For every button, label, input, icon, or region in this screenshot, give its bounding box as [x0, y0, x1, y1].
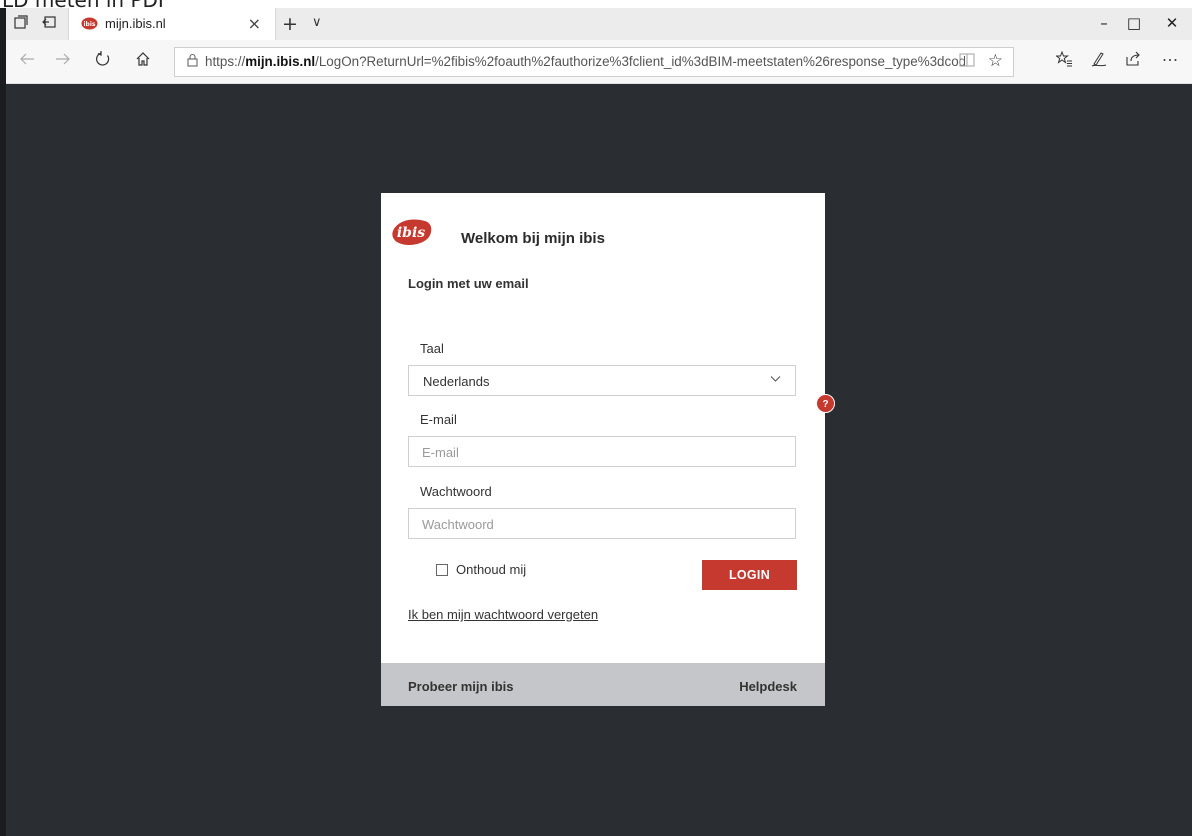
login-button[interactable]: LOGIN [702, 560, 797, 590]
remember-me-checkbox[interactable] [436, 564, 448, 576]
maximize-button[interactable]: □ [1114, 14, 1154, 32]
forward-arrow-icon[interactable] [52, 51, 74, 73]
help-bubble-button[interactable]: ? [816, 394, 835, 413]
welcome-heading: Welkom bij mijn ibis [461, 230, 605, 247]
tab-preview-icon[interactable] [12, 15, 30, 33]
browser-window: ibis mijn.ibis.nl × + ∨ – □ ✕ https://mi… [6, 8, 1192, 836]
language-label: Taal [420, 341, 444, 356]
email-label: E-mail [420, 412, 457, 427]
address-bar[interactable]: https://mijn.ibis.nl/LogOn?ReturnUrl=%2f… [174, 47, 1014, 77]
address-url[interactable]: https://mijn.ibis.nl/LogOn?ReturnUrl=%2f… [205, 54, 965, 69]
close-window-button[interactable]: ✕ [1152, 14, 1192, 32]
set-aside-tabs-icon[interactable] [40, 15, 58, 33]
pen-icon[interactable] [1087, 51, 1111, 71]
more-icon[interactable] [1158, 51, 1182, 71]
ibis-favicon-icon: ibis [81, 17, 98, 30]
favorites-icon[interactable] [1052, 50, 1076, 71]
caption-strip: LD meten in PDF [0, 0, 1192, 8]
tab-bar: ibis mijn.ibis.nl × + ∨ – □ ✕ [6, 8, 1192, 40]
svg-text:ibis: ibis [84, 21, 96, 28]
language-select[interactable]: Nederlands [408, 365, 796, 396]
login-footer: Probeer mijn ibis Helpdesk [381, 663, 825, 706]
share-icon[interactable] [1121, 51, 1145, 71]
reading-view-icon[interactable] [959, 53, 975, 71]
helpdesk-link[interactable]: Helpdesk [739, 679, 797, 694]
back-arrow-icon[interactable] [16, 51, 38, 73]
tab-title: mijn.ibis.nl [105, 16, 166, 31]
browser-tab[interactable]: ibis mijn.ibis.nl × [68, 8, 276, 40]
password-placeholder: Wachtwoord [422, 517, 494, 532]
remember-me-label[interactable]: Onthoud mij [456, 562, 526, 577]
password-field[interactable]: Wachtwoord [408, 508, 796, 539]
new-tab-button[interactable]: + [282, 13, 298, 35]
refresh-icon[interactable] [92, 51, 114, 73]
login-card: ibis Welkom bij mijn ibis Login met uw e… [381, 193, 825, 706]
star-icon[interactable]: ☆ [988, 51, 1003, 71]
navigation-bar: https://mijn.ibis.nl/LogOn?ReturnUrl=%2f… [6, 40, 1192, 84]
ibis-logo: ibis [392, 219, 432, 245]
tab-list-button[interactable]: ∨ [312, 15, 322, 30]
svg-text:ibis: ibis [397, 225, 425, 241]
forgot-password-link[interactable]: Ik ben mijn wachtwoord vergeten [408, 607, 598, 622]
email-placeholder: E-mail [422, 445, 459, 460]
try-mijn-ibis-link[interactable]: Probeer mijn ibis [408, 679, 513, 694]
home-icon[interactable] [132, 51, 154, 73]
chevron-down-icon [770, 372, 781, 386]
tab-close-icon[interactable]: × [248, 14, 261, 33]
lock-icon[interactable] [187, 53, 198, 71]
login-subtitle: Login met uw email [408, 276, 529, 291]
password-label: Wachtwoord [420, 484, 492, 499]
caption-text: LD meten in PDF [2, 0, 169, 8]
language-value: Nederlands [423, 374, 490, 389]
email-field[interactable]: E-mail [408, 436, 796, 467]
